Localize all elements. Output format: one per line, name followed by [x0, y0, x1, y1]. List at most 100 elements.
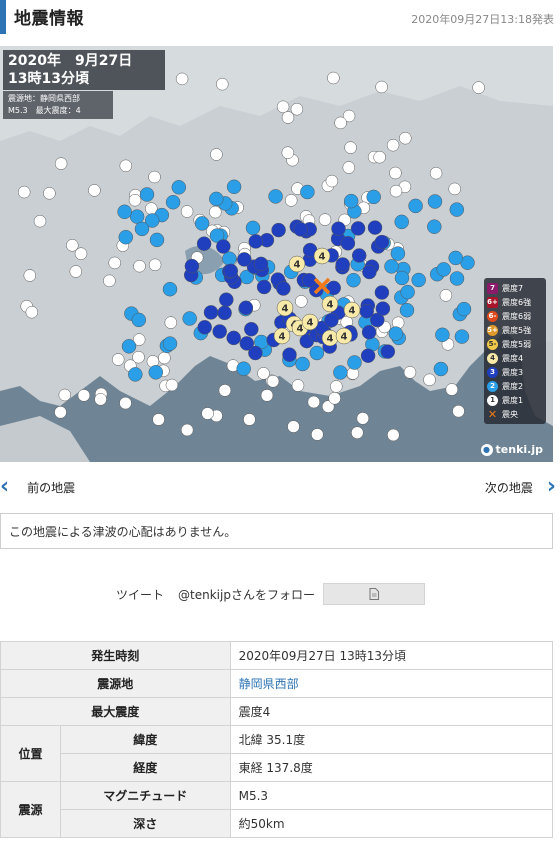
- legend-swatch: 5-: [487, 338, 498, 350]
- intensity-marker: [58, 388, 72, 402]
- map-date: 2020年 9月27日: [8, 53, 133, 69]
- intensity-marker: [429, 166, 443, 180]
- legend-item: 1 震度1: [487, 393, 543, 407]
- intensity-marker: [448, 250, 463, 266]
- occurred-value: 2020年09月27日 13時13分頃: [229, 641, 554, 670]
- intensity-marker-label: 3: [286, 46, 292, 49]
- intensity-marker-label: 2: [412, 46, 418, 49]
- intensity-marker: [180, 205, 194, 218]
- intensity-marker: [394, 270, 410, 286]
- tsunami-notice: この地震による津波の心配はありません。: [0, 513, 553, 549]
- intensity-marker: [287, 420, 300, 433]
- intensity-marker: [351, 248, 367, 263]
- intensity-marker: [386, 138, 400, 152]
- intensity-marker: [399, 302, 415, 318]
- intensity-marker: [449, 202, 465, 217]
- intensity-marker: [132, 350, 145, 364]
- source-label: 震源: [0, 781, 61, 838]
- intensity-marker-label: 3: [241, 46, 247, 49]
- intensity-marker: [390, 246, 406, 261]
- depth-value: 約50km: [229, 809, 554, 838]
- intensity-marker-label: 1: [37, 46, 43, 49]
- intensity-marker: [239, 336, 255, 351]
- latitude-label: 緯度: [59, 725, 231, 754]
- legend-swatch: 7: [487, 282, 498, 294]
- intensity-marker: [427, 194, 443, 209]
- intensity-marker: [165, 194, 181, 210]
- intensity-marker: [243, 413, 256, 426]
- intensity-marker: [309, 345, 325, 361]
- intensity-marker-label: 3: [364, 46, 370, 49]
- intensity-marker: [162, 336, 178, 351]
- intensity-marker: [23, 269, 37, 282]
- position-label: 位置: [0, 725, 61, 782]
- intensity-marker: [342, 161, 356, 174]
- intensity-marker: [244, 321, 259, 337]
- legend-swatch: 6-: [487, 310, 498, 322]
- intensity-marker: [327, 71, 340, 85]
- tenki-logo-icon: ●: [480, 443, 493, 456]
- intensity-marker: [373, 150, 386, 164]
- follow-link[interactable]: @tenkijpさんをフォロー: [178, 586, 315, 603]
- brand-name: tenki.jp: [495, 443, 543, 456]
- intensity-marker-label: 2: [453, 46, 459, 49]
- intensity-marker: [25, 305, 39, 319]
- magnitude-value: M5.3: [229, 781, 554, 810]
- intensity-marker: [164, 316, 178, 329]
- intensity-marker: [411, 272, 426, 288]
- prev-quake-link[interactable]: ‹ 前の地震: [0, 476, 85, 498]
- legend-swatch: 2: [487, 380, 498, 392]
- intensity-marker: [295, 295, 308, 308]
- intensity-marker: [212, 324, 227, 339]
- intensity-marker: [43, 187, 56, 200]
- intensity-marker: [433, 361, 449, 377]
- legend-item: 5- 震度5弱: [487, 337, 543, 351]
- intensity-marker: [133, 259, 146, 273]
- intensity-marker-label: 1: [97, 46, 103, 49]
- intensity-marker: [375, 80, 388, 94]
- intensity-marker: [454, 329, 470, 344]
- intensity-marker: [452, 404, 465, 418]
- intensity-marker: [445, 383, 459, 396]
- intensity-marker: [148, 365, 164, 380]
- chevron-left-icon: ‹: [0, 474, 10, 499]
- intensity-marker-label: 2: [139, 46, 145, 49]
- intensity-marker: [119, 396, 132, 410]
- tweet-link[interactable]: ツイート: [116, 586, 164, 603]
- next-quake-link[interactable]: 次の地震 ›: [485, 476, 556, 498]
- intensity-marker: [129, 209, 145, 224]
- intensity-marker: [182, 311, 197, 326]
- intensity-marker: [334, 116, 347, 130]
- intensity-marker: [226, 179, 242, 195]
- intensity-marker: [54, 406, 67, 419]
- intensity-marker: [201, 407, 214, 420]
- land-kii: [0, 416, 90, 462]
- intensity-marker: [223, 263, 239, 279]
- intensity-marker: [456, 301, 472, 317]
- depth-label: 深さ: [59, 809, 231, 838]
- next-quake-label: 次の地震: [484, 480, 533, 495]
- intensity-marker: [139, 187, 155, 202]
- intensity-marker: [148, 170, 161, 184]
- epicenter-link[interactable]: 静岡県西部: [229, 669, 554, 698]
- intensity-marker: [248, 234, 264, 249]
- intensity-marker: [180, 423, 194, 437]
- intensity-marker-label: 1: [29, 46, 35, 49]
- page-header: 地震情報 2020年09月27日13:18発表: [0, 0, 560, 46]
- intensity-marker-label: 4: [294, 260, 301, 271]
- intensity-marker-label: 2: [154, 46, 160, 49]
- legend-label: 震度6強: [502, 297, 532, 307]
- intensity-marker-label: 1: [106, 46, 112, 49]
- intensity-marker-label: 3: [258, 46, 264, 49]
- intensity-marker-label: 2: [123, 46, 129, 49]
- embed-button[interactable]: [322, 583, 425, 605]
- intensity-marker: [175, 72, 189, 86]
- longitude-value: 東経 137.8度: [229, 753, 554, 782]
- intensity-marker: [318, 213, 332, 226]
- intensity-marker: [149, 232, 165, 248]
- intensity-marker: [236, 361, 251, 376]
- legend-swatch: 6+: [487, 296, 498, 308]
- intensity-marker: [33, 214, 47, 228]
- intensity-marker: [268, 189, 283, 204]
- map-info-box: 2020年 9月27日 13時13分頃 震源地：静岡県西部 M5.3 最大震度：…: [3, 50, 165, 119]
